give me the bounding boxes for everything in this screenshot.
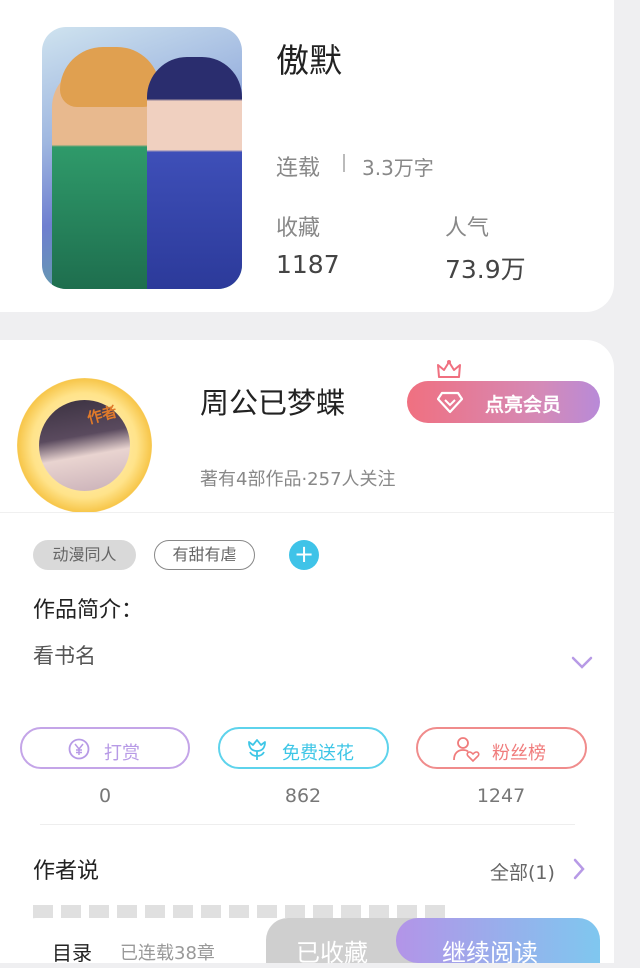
popularity-label: 人气 [445, 216, 490, 241]
fan-ranking-label: 粉丝榜 [492, 743, 546, 764]
intro-heading: 作品简介： [33, 598, 144, 623]
divider [40, 824, 575, 825]
chevron-right-icon[interactable] [572, 857, 586, 881]
reward-label: 打赏 [104, 743, 140, 764]
crown-icon [437, 360, 461, 378]
send-flower-button[interactable]: 免费送花 [218, 727, 389, 769]
book-status: 连载 [276, 156, 321, 181]
book-info-card: 傲默 连载 3.3万字 收藏 1187 人气 73.9万 [0, 0, 614, 312]
continue-reading-button[interactable]: 继续阅读 [396, 918, 600, 967]
send-flower-label: 免费送花 [282, 743, 354, 764]
tag-anime-fanfic[interactable]: 动漫同人 [33, 540, 136, 570]
favorites-value: 1187 [276, 250, 340, 279]
diamond-icon [437, 391, 463, 414]
reward-count: 0 [98, 785, 112, 807]
add-tag-button[interactable]: + [289, 540, 319, 570]
author-meta: 著有4部作品·257人关注 [200, 469, 396, 490]
reward-button[interactable]: 打赏 [20, 727, 190, 769]
book-cover[interactable] [42, 27, 242, 289]
favorites-label: 收藏 [276, 216, 321, 241]
user-heart-icon [453, 737, 480, 763]
fan-ranking-button[interactable]: 粉丝榜 [416, 727, 587, 769]
author-name[interactable]: 周公已梦蝶 [200, 380, 345, 422]
chapter-count: 已连载38章 [120, 943, 215, 964]
status-divider [343, 154, 345, 172]
author-says-heading: 作者说 [33, 859, 100, 884]
cover-figure-left-hair [60, 47, 160, 107]
flower-count: 862 [284, 785, 322, 807]
author-avatar[interactable]: 作者 [17, 378, 152, 513]
yen-icon [68, 738, 90, 760]
tag-sweet-angst[interactable]: 有甜有虐 [154, 540, 255, 570]
intro-text: 看书名 [33, 644, 96, 668]
flower-icon [248, 739, 266, 760]
light-up-vip-button[interactable]: 点亮会员 [407, 381, 600, 423]
author-says-all-link[interactable]: 全部(1) [490, 858, 555, 885]
divider [0, 512, 614, 513]
vip-button-label: 点亮会员 [485, 394, 562, 416]
plus-icon: + [293, 540, 315, 568]
cover-figure-right [147, 57, 242, 289]
toc-button[interactable]: 目录 [52, 937, 92, 966]
fan-count: 1247 [476, 785, 526, 807]
word-count: 3.3万字 [362, 156, 434, 180]
popularity-value: 73.9万 [445, 255, 526, 284]
chevron-down-icon[interactable] [570, 655, 594, 671]
book-title: 傲默 [276, 41, 342, 80]
